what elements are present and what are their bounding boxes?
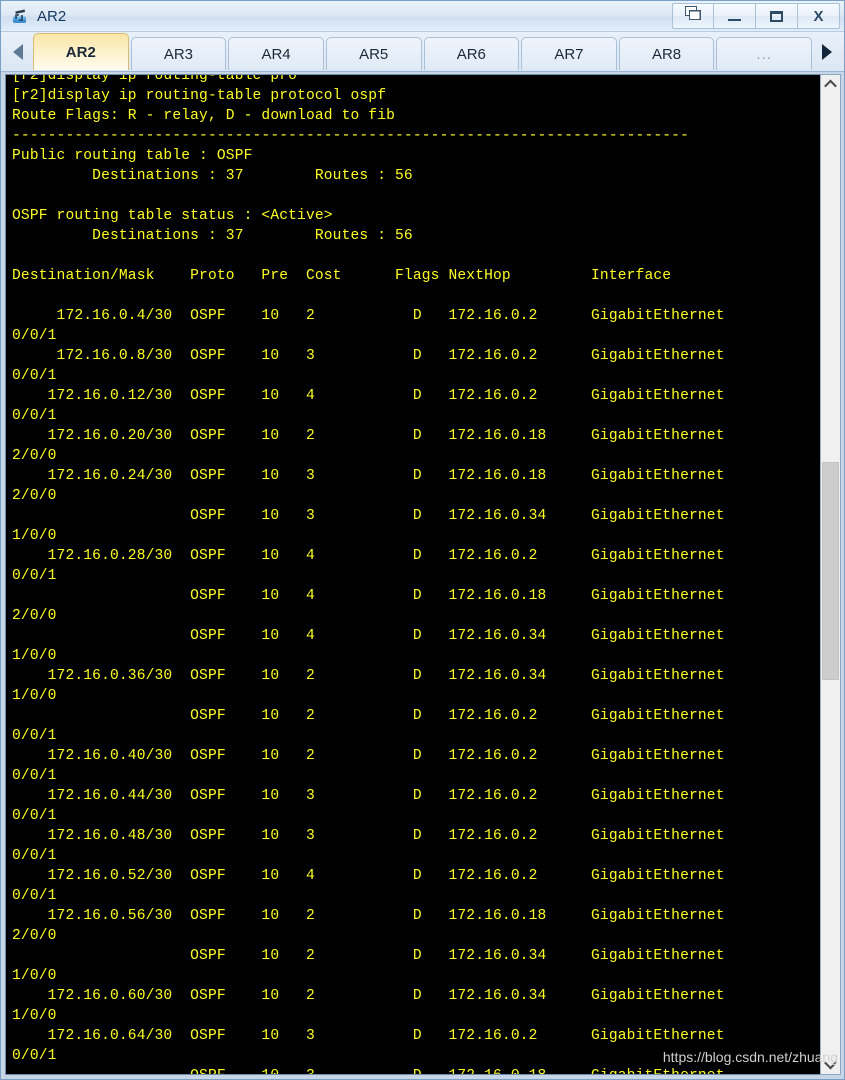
terminal-line: 0/0/1 — [12, 808, 57, 824]
terminal-line: 172.16.0.48/30 OSPF 10 3 D 172.16.0.2 Gi… — [12, 828, 725, 844]
terminal-frame: [r2]display ip routing-table pro [r2]disp… — [5, 74, 820, 1075]
tab-label: AR3 — [163, 45, 194, 63]
terminal-line: 172.16.0.52/30 OSPF 10 4 D 172.16.0.2 Gi… — [12, 868, 725, 884]
router-icon — [11, 7, 30, 26]
tab-scroll-right-button[interactable] — [812, 33, 842, 71]
terminal-line: 1/0/0 — [12, 1008, 57, 1024]
close-icon: X — [813, 7, 824, 25]
terminal-line: OSPF 10 3 D 172.16.0.18 GigabitEthernet — [12, 1066, 820, 1074]
terminal-line: [r2]display ip routing-table protocol os… — [12, 88, 387, 104]
terminal-line: Destination/Mask Proto Pre Cost Flags Ne… — [12, 268, 672, 284]
tab-list: AR2 AR3 AR4 AR5 AR6 AR7 AR8 ... — [33, 33, 812, 71]
terminal-line: 0/0/1 — [12, 408, 57, 424]
tab-label: AR2 — [65, 43, 96, 61]
terminal-line: 1/0/0 — [12, 688, 57, 704]
terminal-line: 0/0/1 — [12, 328, 57, 344]
terminal-line-list: [r2]display ip routing-table pro [r2]disp… — [6, 75, 820, 1074]
tab-label: AR7 — [554, 45, 584, 63]
device-tab-bar: AR2 AR3 AR4 AR5 AR6 AR7 AR8 ... — [1, 32, 844, 72]
tab-scroll-left-button[interactable] — [3, 33, 33, 71]
triangle-left-icon — [13, 44, 23, 60]
scrollbar-track[interactable] — [821, 94, 840, 1055]
terminal-scrollbar[interactable] — [820, 74, 841, 1075]
terminal-line: 172.16.0.64/30 OSPF 10 3 D 172.16.0.2 Gi… — [12, 1028, 725, 1044]
terminal-line: ----------------------------------------… — [12, 128, 689, 144]
router-cli-window: AR2 X AR2 AR3 AR4 AR5 AR6 AR7 AR8 ... [r… — [0, 0, 845, 1080]
terminal-line: [r2]display ip routing-table pro — [12, 75, 298, 84]
terminal-line: 2/0/0 — [12, 608, 57, 624]
terminal-line: 172.16.0.56/30 OSPF 10 2 D 172.16.0.18 G… — [12, 908, 725, 924]
maximize-icon — [770, 10, 783, 22]
terminal-line: 0/0/1 — [12, 848, 57, 864]
terminal-line: 1/0/0 — [12, 648, 57, 664]
tab-label: AR4 — [261, 45, 291, 63]
tab-label: AR6 — [456, 45, 486, 63]
terminal-line: 172.16.0.40/30 OSPF 10 2 D 172.16.0.2 Gi… — [12, 748, 725, 764]
window-title: AR2 — [37, 7, 67, 25]
terminal-line: 2/0/0 — [12, 488, 57, 504]
terminal-line: 172.16.0.36/30 OSPF 10 2 D 172.16.0.34 G… — [12, 668, 725, 684]
terminal-line: 172.16.0.4/30 OSPF 10 2 D 172.16.0.2 Gig… — [12, 308, 725, 324]
terminal-line: OSPF 10 2 D 172.16.0.2 GigabitEthernet — [12, 708, 725, 724]
restore-windows-button[interactable] — [672, 3, 714, 29]
cascade-windows-icon — [684, 6, 702, 26]
title-bar: AR2 X — [1, 1, 844, 32]
terminal-line: 0/0/1 — [12, 1048, 57, 1064]
scrollbar-thumb[interactable] — [822, 462, 839, 680]
scrollbar-down-button[interactable] — [821, 1055, 840, 1074]
tab-ar2[interactable]: AR2 — [33, 33, 129, 70]
tab-label: AR8 — [651, 45, 682, 63]
terminal-line: 1/0/0 — [12, 968, 57, 984]
terminal-line: 2/0/0 — [12, 448, 57, 464]
terminal-line: Destinations : 37 Routes : 56 — [12, 168, 413, 184]
terminal-line: 0/0/1 — [12, 568, 57, 584]
tab-label: ... — [756, 45, 772, 63]
terminal-line: 0/0/1 — [12, 728, 57, 744]
terminal-line: 172.16.0.20/30 OSPF 10 2 D 172.16.0.18 G… — [12, 428, 725, 444]
terminal-line: 172.16.0.28/30 OSPF 10 4 D 172.16.0.2 Gi… — [12, 548, 725, 564]
terminal-line: 172.16.0.60/30 OSPF 10 2 D 172.16.0.34 G… — [12, 988, 725, 1004]
tab-label: AR5 — [359, 45, 389, 63]
terminal-area: [r2]display ip routing-table pro [r2]disp… — [1, 72, 844, 1079]
terminal-line: 0/0/1 — [12, 888, 57, 904]
terminal-line: OSPF 10 3 D 172.16.0.34 GigabitEthernet — [12, 508, 725, 524]
scrollbar-up-button[interactable] — [821, 75, 840, 94]
tab-ar4[interactable]: AR4 — [228, 37, 324, 70]
terminal-line: 1/0/0 — [12, 528, 57, 544]
terminal-line: OSPF routing table status : <Active> — [12, 208, 333, 224]
tab-ar6[interactable]: AR6 — [423, 37, 520, 70]
terminal-line: 172.16.0.12/30 OSPF 10 4 D 172.16.0.2 Gi… — [12, 388, 725, 404]
terminal-line: Route Flags: R - relay, D - download to … — [12, 108, 396, 124]
tab-ar8[interactable]: AR8 — [618, 37, 715, 70]
tab-overflow[interactable]: ... — [716, 37, 812, 70]
tab-ar7[interactable]: AR7 — [521, 37, 617, 70]
tab-ar3[interactable]: AR3 — [130, 37, 227, 70]
terminal-line: 172.16.0.8/30 OSPF 10 3 D 172.16.0.2 Gig… — [12, 348, 725, 364]
terminal-line: 0/0/1 — [12, 368, 57, 384]
terminal-line: Destinations : 37 Routes : 56 — [12, 228, 413, 244]
chevron-down-icon — [824, 1056, 837, 1070]
chevron-up-icon — [824, 79, 837, 93]
window-controls: X — [672, 3, 840, 29]
terminal-line: 2/0/0 — [12, 928, 57, 944]
minimize-button[interactable] — [714, 3, 756, 29]
terminal-line: 172.16.0.24/30 OSPF 10 3 D 172.16.0.18 G… — [12, 468, 725, 484]
terminal-line: Public routing table : OSPF — [12, 148, 253, 164]
close-button[interactable]: X — [798, 3, 840, 29]
terminal-line: 0/0/1 — [12, 768, 57, 784]
terminal-line: OSPF 10 4 D 172.16.0.34 GigabitEthernet — [12, 628, 725, 644]
terminal-line: OSPF 10 2 D 172.16.0.34 GigabitEthernet — [12, 948, 725, 964]
terminal-line: OSPF 10 4 D 172.16.0.18 GigabitEthernet — [12, 588, 725, 604]
maximize-button[interactable] — [756, 3, 798, 29]
triangle-right-icon — [822, 44, 832, 60]
minimize-icon — [728, 19, 741, 21]
tab-ar5[interactable]: AR5 — [325, 37, 422, 70]
terminal-line: 172.16.0.44/30 OSPF 10 3 D 172.16.0.2 Gi… — [12, 788, 725, 804]
terminal-output[interactable]: [r2]display ip routing-table pro [r2]disp… — [6, 75, 820, 1074]
title-bar-left: AR2 — [11, 7, 672, 26]
